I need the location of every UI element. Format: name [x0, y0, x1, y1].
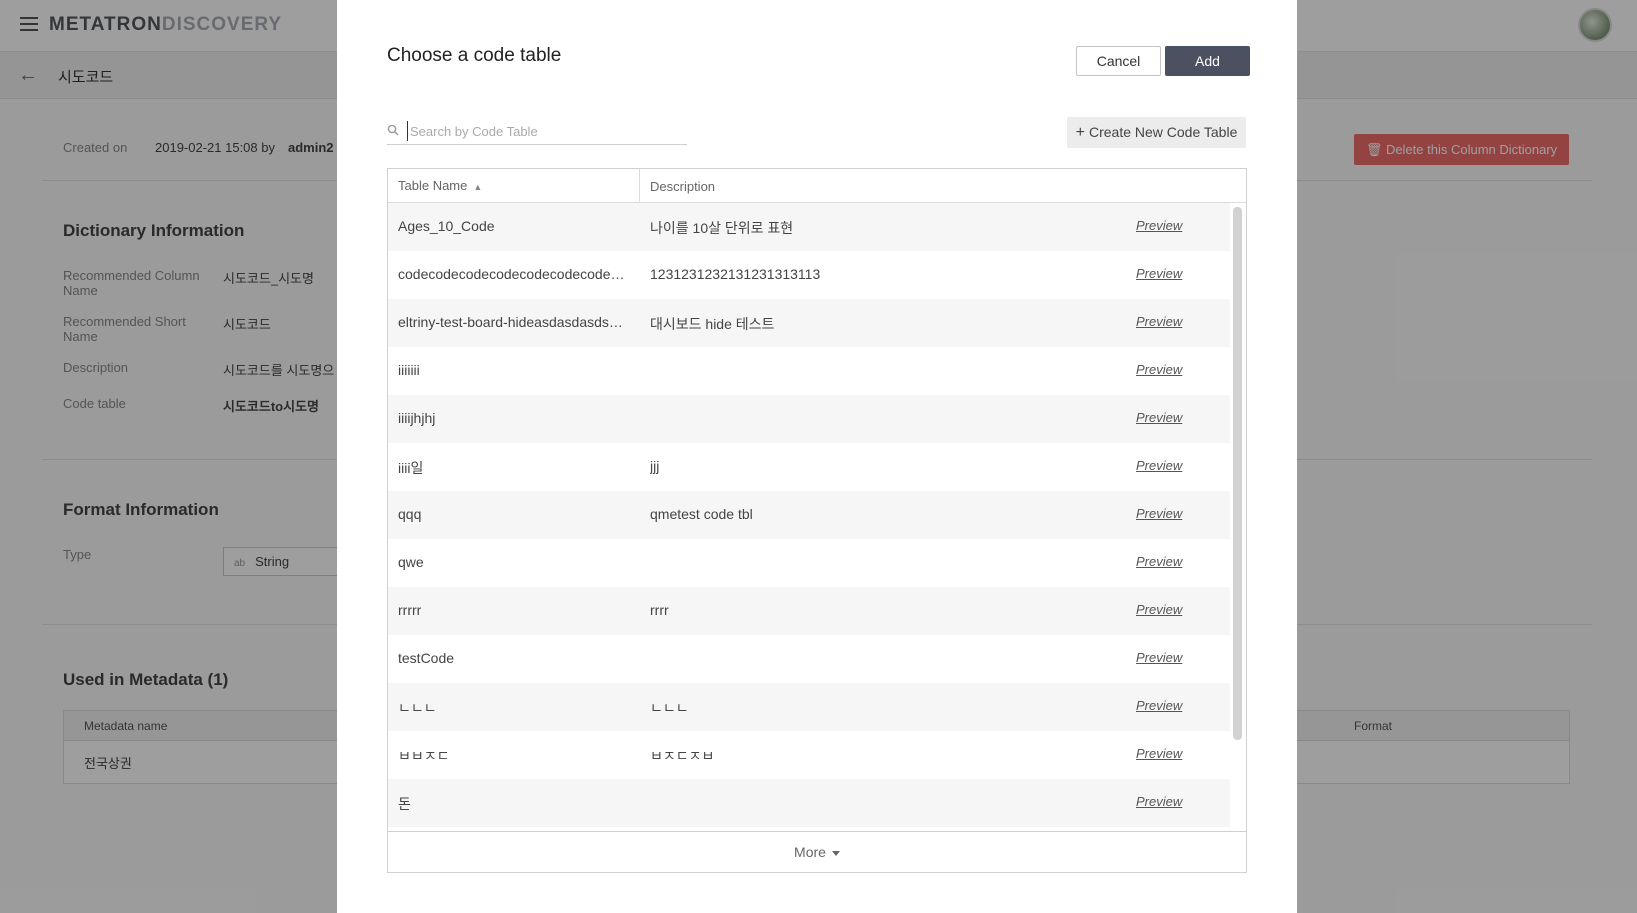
table-name-cell: eltriny-test-board-hideasdasdasds… — [398, 314, 623, 330]
table-row[interactable]: testCode Preview — [388, 635, 1230, 683]
preview-link[interactable]: Preview — [1136, 746, 1182, 761]
preview-link[interactable]: Preview — [1136, 554, 1182, 569]
preview-link[interactable]: Preview — [1136, 266, 1182, 281]
search-input[interactable] — [407, 121, 677, 141]
table-row[interactable]: iiiiiii Preview — [388, 347, 1230, 395]
description-cell: ㅂㅈㄷㅈㅂ — [650, 748, 715, 764]
code-table-list: Table Name ▲ Description Ages_10_Code 나이를 … — [387, 168, 1247, 873]
choose-code-table-modal: Choose a code table Cancel Add +Create N… — [337, 0, 1297, 913]
table-name-cell: codecodecodecodecodecodecodecodec… — [398, 266, 630, 282]
table-name-header-label: Table Name — [398, 178, 468, 193]
preview-link[interactable]: Preview — [1136, 410, 1182, 425]
preview-link[interactable]: Preview — [1136, 650, 1182, 665]
table-name-cell: iiiiiii — [398, 362, 420, 378]
preview-link[interactable]: Preview — [1136, 794, 1182, 809]
preview-link[interactable]: Preview — [1136, 506, 1182, 521]
table-header: Table Name ▲ Description — [388, 169, 1246, 203]
sort-icon[interactable]: ▲ — [473, 182, 482, 192]
table-row[interactable]: codecodecodecodecodecodecodecodec… 123123… — [388, 251, 1230, 299]
description-cell: jjj — [650, 458, 660, 474]
more-button[interactable]: More — [388, 831, 1246, 872]
cancel-button[interactable]: Cancel — [1076, 46, 1161, 76]
plus-icon: + — [1075, 123, 1085, 141]
description-cell: rrrr — [650, 602, 669, 618]
preview-link[interactable]: Preview — [1136, 218, 1182, 233]
description-cell: 나이를 10살 단위로 표현 — [650, 220, 794, 236]
table-name-cell: 돈 — [398, 796, 411, 812]
table-row[interactable]: qwe Preview — [388, 539, 1230, 587]
scrollbar[interactable] — [1233, 207, 1242, 740]
caret-down-icon — [831, 850, 840, 856]
table-body: Ages_10_Code 나이를 10살 단위로 표현 Preview codecod… — [388, 203, 1230, 832]
create-code-table-button[interactable]: + Create New Code Table — [1067, 117, 1246, 148]
table-name-cell: ㄴㄴㄴ — [398, 700, 437, 716]
table-row[interactable]: ㄴㄴㄴ ㄴㄴㄴ Preview — [388, 683, 1230, 731]
table-name-cell: qqq — [398, 506, 422, 522]
table-name-cell: testCode — [398, 650, 455, 666]
modal-title: Choose a code table — [387, 45, 562, 66]
table-row[interactable]: qqq qmetest code tbl Preview — [388, 491, 1230, 539]
table-name-cell: Ages_10_Code — [398, 218, 495, 234]
description-cell: ㄴㄴㄴ — [650, 700, 689, 716]
preview-link[interactable]: Preview — [1136, 314, 1182, 329]
more-label: More — [794, 844, 826, 860]
table-row[interactable]: Ages_10_Code 나이를 10살 단위로 표현 Preview — [388, 203, 1230, 251]
table-row[interactable]: ㅂㅂㅈㄷ ㅂㅈㄷㅈㅂ Preview — [388, 731, 1230, 779]
table-name-header[interactable]: Table Name ▲ — [388, 169, 640, 202]
table-name-cell: iiiijhjhj — [398, 410, 436, 426]
table-row[interactable]: rrrrr rrrr Preview — [388, 587, 1230, 635]
table-name-cell: ㅂㅂㅈㄷ — [398, 748, 450, 764]
create-code-table-label: Create New Code Table — [1088, 123, 1238, 140]
preview-link[interactable]: Preview — [1136, 698, 1182, 713]
description-cell: 대시보드 hide 테스트 — [650, 316, 775, 332]
preview-link[interactable]: Preview — [1136, 362, 1182, 377]
search-icon — [387, 124, 399, 136]
table-row[interactable]: iiii일 jjj Preview — [388, 443, 1230, 491]
table-row[interactable]: 돈 Preview — [388, 779, 1230, 827]
search-box — [387, 117, 687, 145]
description-cell: qmetest code tbl — [650, 506, 753, 522]
preview-link[interactable]: Preview — [1136, 602, 1182, 617]
table-row[interactable]: iiiijhjhj Preview — [388, 395, 1230, 443]
table-name-cell: rrrrr — [398, 602, 422, 618]
table-name-cell: qwe — [398, 554, 424, 570]
table-row[interactable]: eltriny-test-board-hideasdasdasds… 대시보드 h… — [388, 299, 1230, 347]
add-button[interactable]: Add — [1165, 46, 1250, 76]
table-name-cell: iiii일 — [398, 460, 424, 476]
preview-link[interactable]: Preview — [1136, 458, 1182, 473]
description-cell: 1231231232131231313113 — [650, 266, 821, 282]
description-header: Description — [650, 179, 716, 194]
